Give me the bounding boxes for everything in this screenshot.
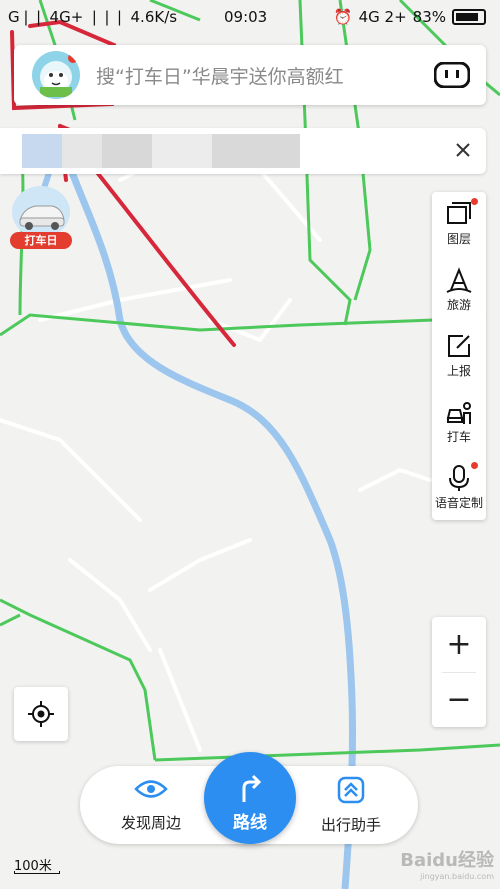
tool-report[interactable]: 上报 (432, 324, 486, 390)
taxi-day-label: 打车日 (10, 232, 72, 249)
taxi-icon (446, 402, 471, 424)
travel-assistant-button[interactable]: 出行助手 (306, 776, 396, 835)
tool-label: 旅游 (446, 298, 471, 312)
locate-button[interactable] (14, 687, 68, 741)
eye-icon (134, 780, 168, 798)
voice-notification-dot (471, 462, 478, 469)
map-scale: 100米 (14, 855, 60, 874)
travel-icon (446, 267, 472, 293)
locate-icon (28, 701, 54, 727)
status-right: ⏰ 4G 2+ 83% (334, 8, 486, 26)
search-input[interactable]: 搜“打车日”华晨宇送你高额红 (96, 62, 344, 89)
tool-travel[interactable]: 旅游 (432, 258, 486, 324)
tool-label: 打车 (446, 430, 471, 444)
signal-status: G❘❘ 4G+ ❘❘❘ 4.6K/s (8, 8, 178, 26)
status-bar: G❘❘ 4G+ ❘❘❘ 4.6K/s 09:03 ⏰ 4G 2+ 83% (0, 0, 500, 36)
layers-notification-dot (471, 198, 478, 205)
tool-taxi[interactable]: 打车 (432, 390, 486, 456)
network-indicator: 4G 2+ (358, 8, 407, 26)
battery-icon (452, 9, 486, 25)
discover-label: 发现周边 (120, 814, 181, 832)
blurred-notice-content (22, 134, 300, 168)
zoom-controls: + − (432, 617, 486, 727)
map-tools-panel: 图层 旅游 上报 打车 语音定制 (432, 192, 486, 520)
voice-assistant-icon[interactable] (434, 62, 470, 88)
chevrons-up-icon (337, 776, 365, 804)
watermark-title: Baidu经验 (400, 850, 494, 871)
search-bar[interactable]: 搜“打车日”华晨宇送你高额红 (14, 45, 486, 105)
route-arrow-icon (242, 774, 262, 802)
battery-percent: 83% (412, 8, 446, 26)
report-icon (448, 335, 470, 357)
taxi-day-badge[interactable]: 打车日 (10, 186, 72, 250)
scale-bar (14, 871, 60, 874)
notice-banner[interactable] (0, 128, 486, 174)
watermark: Baidu经验 jingyan.baidu.com (400, 846, 494, 881)
tool-label: 图层 (446, 232, 471, 246)
assistant-label: 出行助手 (320, 816, 381, 834)
discover-nearby-button[interactable]: 发现周边 (106, 776, 196, 833)
route-label: 路线 (233, 813, 267, 833)
route-button[interactable]: 路线 (204, 752, 296, 844)
mic-icon (449, 465, 469, 491)
user-avatar[interactable] (32, 51, 80, 99)
close-icon[interactable] (452, 139, 474, 161)
layers-icon (447, 202, 471, 224)
zoom-out-button[interactable]: − (432, 672, 486, 727)
tool-label: 上报 (446, 364, 471, 378)
alarm-icon: ⏰ (333, 8, 353, 26)
notification-dot (68, 53, 78, 63)
tool-label: 语音定制 (434, 496, 483, 510)
car-icon (12, 186, 70, 238)
watermark-sub: jingyan.baidu.com (420, 872, 494, 881)
zoom-in-button[interactable]: + (432, 617, 486, 672)
tool-voice-custom[interactable]: 语音定制 (432, 456, 486, 522)
tool-layers[interactable]: 图层 (432, 192, 486, 258)
clock: 09:03 (224, 8, 268, 26)
